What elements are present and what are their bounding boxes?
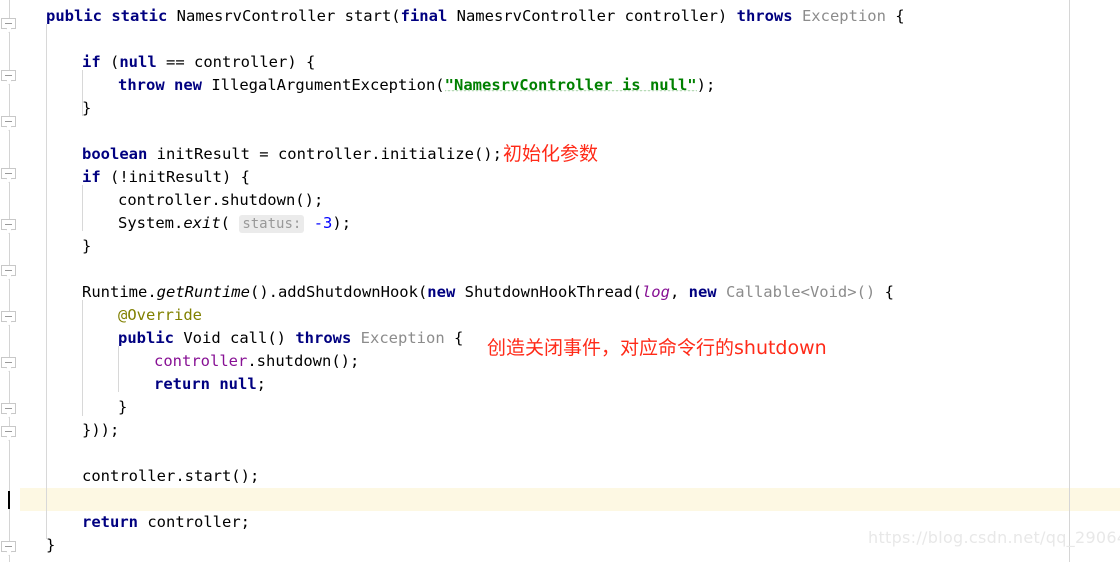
code-line[interactable]: } [0, 235, 91, 258]
code-line[interactable]: controller.shutdown(); [0, 350, 359, 373]
code-text-layer[interactable]: public static NamesrvController start(fi… [0, 0, 1120, 562]
code-line[interactable] [0, 258, 46, 281]
code-line[interactable] [0, 488, 82, 511]
code-line[interactable] [0, 120, 46, 143]
code-line[interactable]: @Override [0, 304, 202, 327]
code-line[interactable]: })); [0, 419, 119, 442]
code-line[interactable]: public static NamesrvController start(fi… [0, 5, 905, 28]
code-line[interactable]: if (null == controller) { [0, 51, 315, 74]
code-line[interactable]: } [0, 97, 91, 120]
code-editor-view: public static NamesrvController start(fi… [0, 0, 1120, 562]
code-line[interactable] [0, 28, 46, 51]
code-line[interactable] [0, 442, 46, 465]
code-line[interactable]: controller.shutdown(); [0, 189, 323, 212]
text-caret [8, 491, 10, 509]
code-line[interactable]: } [0, 396, 127, 419]
watermark-url: https://blog.csdn.net/qq_29064815 [868, 528, 1120, 547]
code-line[interactable]: return controller; [0, 511, 250, 534]
code-line[interactable]: public Void call() throws Exception { [0, 327, 463, 350]
code-line[interactable]: } [0, 534, 55, 557]
code-line[interactable]: throw new IllegalArgumentException("Name… [0, 74, 715, 97]
code-line[interactable]: Runtime.getRuntime().addShutdownHook(new… [0, 281, 894, 304]
code-line[interactable]: return null; [0, 373, 266, 396]
code-line[interactable]: if (!initResult) { [0, 166, 250, 189]
annotation-note-shutdown-hook: 创造关闭事件，对应命令行的shutdown [487, 337, 827, 359]
code-line[interactable]: System.exit( status: -3); [0, 212, 351, 235]
annotation-note-init-params: 初始化参数 [503, 143, 599, 165]
code-line[interactable]: controller.start(); [0, 465, 259, 488]
code-line[interactable]: boolean initResult = controller.initiali… [0, 143, 502, 166]
